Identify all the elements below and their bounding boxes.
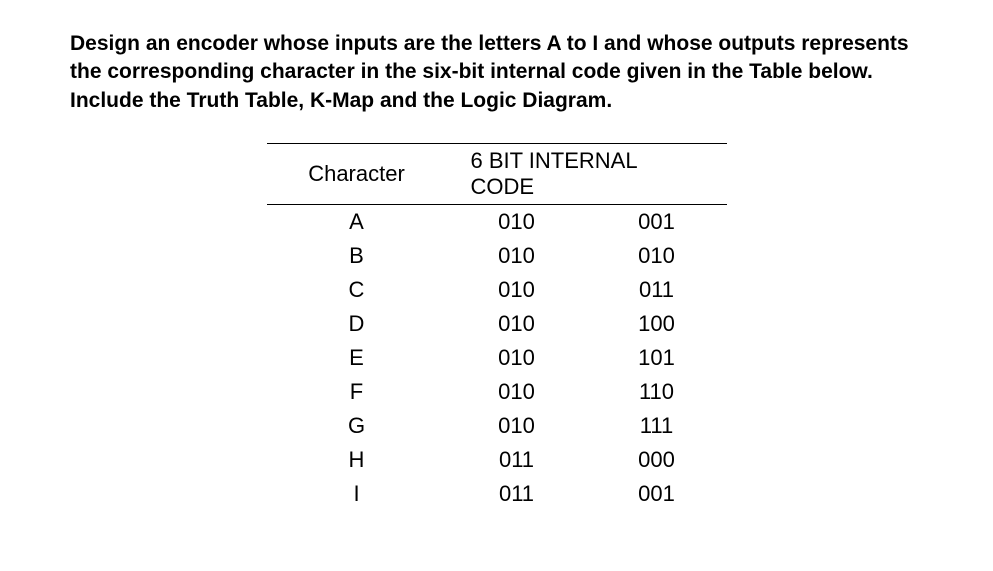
cell-char: F: [267, 375, 447, 409]
cell-code-low: 111: [587, 409, 727, 443]
cell-code-high: 010: [447, 409, 587, 443]
cell-char: H: [267, 443, 447, 477]
cell-code-high: 010: [447, 341, 587, 375]
table-row: E 010 101: [267, 341, 727, 375]
cell-code-low: 110: [587, 375, 727, 409]
cell-code-low: 100: [587, 307, 727, 341]
cell-char: G: [267, 409, 447, 443]
table-row: B 010 010: [267, 239, 727, 273]
cell-code-low: 101: [587, 341, 727, 375]
table-row: G 010 111: [267, 409, 727, 443]
table-row: I 011 001: [267, 477, 727, 511]
cell-code-low: 011: [587, 273, 727, 307]
table-row: D 010 100: [267, 307, 727, 341]
table-row: C 010 011: [267, 273, 727, 307]
cell-code-low: 001: [587, 205, 727, 240]
table-row: H 011 000: [267, 443, 727, 477]
table-wrapper: Character 6 BIT INTERNAL CODE A 010 001 …: [70, 143, 923, 511]
cell-char: A: [267, 205, 447, 240]
question-text: Design an encoder whose inputs are the l…: [70, 30, 923, 115]
cell-code-high: 010: [447, 307, 587, 341]
cell-char: E: [267, 341, 447, 375]
cell-char: C: [267, 273, 447, 307]
cell-code-high: 011: [447, 477, 587, 511]
cell-code-high: 010: [447, 375, 587, 409]
cell-char: D: [267, 307, 447, 341]
table-body: A 010 001 B 010 010 C 010 011 D 010 100 …: [267, 205, 727, 512]
cell-code-low: 001: [587, 477, 727, 511]
cell-char: B: [267, 239, 447, 273]
code-table: Character 6 BIT INTERNAL CODE A 010 001 …: [267, 143, 727, 511]
cell-code-low: 010: [587, 239, 727, 273]
table-row: A 010 001: [267, 205, 727, 240]
cell-char: I: [267, 477, 447, 511]
cell-code-high: 011: [447, 443, 587, 477]
header-code: 6 BIT INTERNAL CODE: [447, 144, 727, 205]
cell-code-high: 010: [447, 239, 587, 273]
table-row: F 010 110: [267, 375, 727, 409]
header-character: Character: [267, 144, 447, 205]
cell-code-high: 010: [447, 205, 587, 240]
cell-code-low: 000: [587, 443, 727, 477]
cell-code-high: 010: [447, 273, 587, 307]
